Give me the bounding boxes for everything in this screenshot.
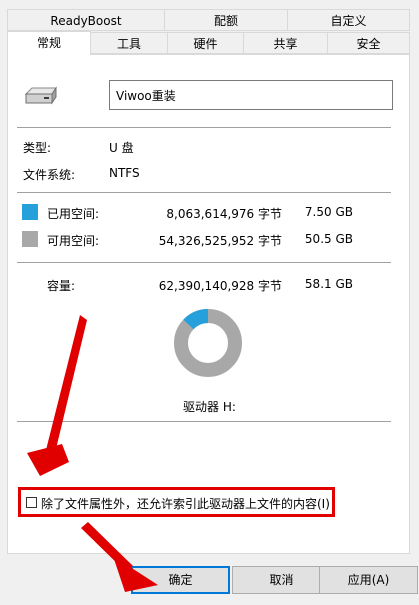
red-arrow-icon bbox=[81, 522, 158, 592]
red-arrow-icon bbox=[27, 315, 87, 476]
tab-general[interactable]: 常规 bbox=[7, 31, 91, 55]
annotation-arrows bbox=[27, 315, 158, 592]
